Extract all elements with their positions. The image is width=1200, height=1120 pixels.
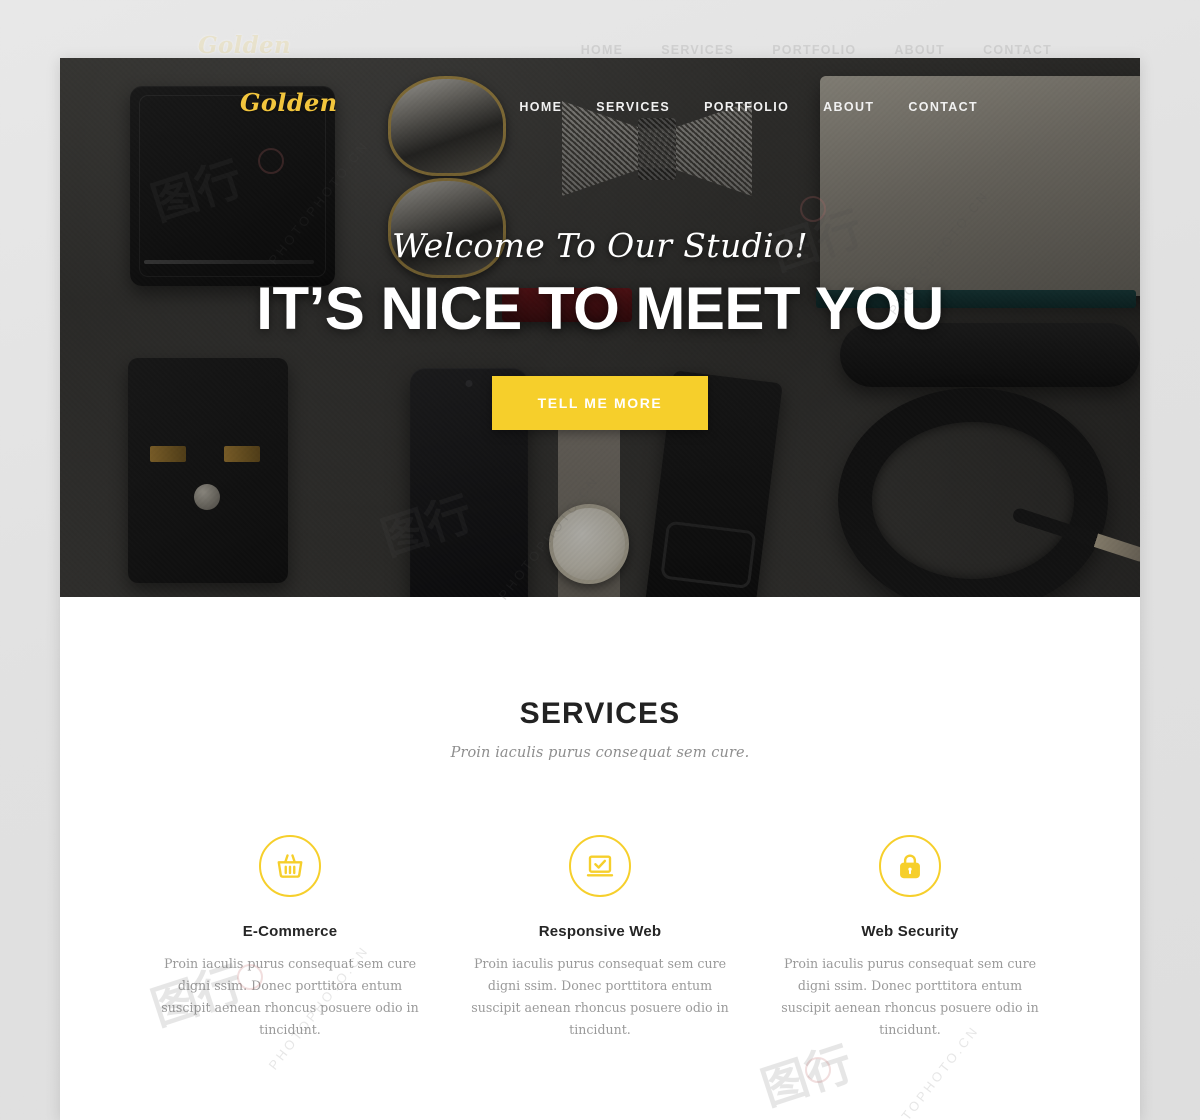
- hero-subtitle: Welcome To Our Studio!: [391, 225, 809, 265]
- brand-logo[interactable]: Golden: [240, 88, 338, 117]
- nav-item-contact[interactable]: CONTACT: [891, 96, 995, 118]
- service-card-title: E-Commerce: [242, 923, 338, 940]
- ghost-nav-item-about: ABOUT: [894, 43, 946, 57]
- page-frame: Golden HOME SERVICES PORTFOLIO ABOUT CON…: [60, 58, 1140, 1120]
- lock-icon: [879, 835, 941, 897]
- service-card[interactable]: E-Commerce Proin iaculis purus consequat…: [135, 835, 445, 1041]
- service-card-text: Proin iaculis purus consequat sem cure d…: [471, 956, 729, 1038]
- services-section: SERVICES Proin iaculis purus consequat s…: [60, 597, 1140, 1120]
- ghost-nav-links: HOME SERVICES PORTFOLIO ABOUT CONTACT: [581, 43, 1052, 57]
- nav-item-services[interactable]: SERVICES: [579, 96, 687, 118]
- service-card[interactable]: Web Security Proin iaculis purus consequ…: [755, 835, 1065, 1041]
- main-navbar: Golden HOME SERVICES PORTFOLIO ABOUT CON…: [60, 58, 1140, 150]
- shopping-basket-icon: [259, 835, 321, 897]
- hero-title: IT’S NICE TO MEET YOU: [256, 274, 944, 342]
- ghost-nav-item-portfolio: PORTFOLIO: [772, 43, 857, 57]
- service-card[interactable]: Responsive Web Proin iaculis purus conse…: [445, 835, 755, 1041]
- laptop-check-icon: [569, 835, 631, 897]
- service-card-text: Proin iaculis purus consequat sem cure d…: [781, 956, 1039, 1038]
- services-subtitle: Proin iaculis purus consequat sem cure.: [450, 745, 750, 761]
- service-card-title: Web Security: [861, 923, 959, 940]
- service-card-text: Proin iaculis purus consequat sem cure d…: [161, 956, 419, 1038]
- nav-item-about[interactable]: ABOUT: [806, 96, 891, 118]
- ghost-nav-item-home: HOME: [580, 43, 624, 57]
- tell-me-more-button[interactable]: TELL ME MORE: [491, 375, 709, 430]
- ghost-nav-item-services: SERVICES: [661, 43, 735, 57]
- services-card-list: E-Commerce Proin iaculis purus consequat…: [60, 835, 1140, 1041]
- services-heading: SERVICES: [519, 697, 681, 730]
- ghost-brand-logo: Golden: [198, 32, 291, 59]
- nav-item-home[interactable]: HOME: [502, 96, 579, 118]
- service-card-title: Responsive Web: [538, 923, 662, 940]
- hero-section: Golden HOME SERVICES PORTFOLIO ABOUT CON…: [60, 58, 1140, 597]
- ghost-nav-item-contact: CONTACT: [983, 43, 1052, 57]
- ghost-navbar: Golden HOME SERVICES PORTFOLIO ABOUT CON…: [0, 0, 1200, 59]
- nav-item-portfolio[interactable]: PORTFOLIO: [687, 96, 806, 118]
- nav-links: HOME SERVICES PORTFOLIO ABOUT CONTACT: [502, 96, 995, 118]
